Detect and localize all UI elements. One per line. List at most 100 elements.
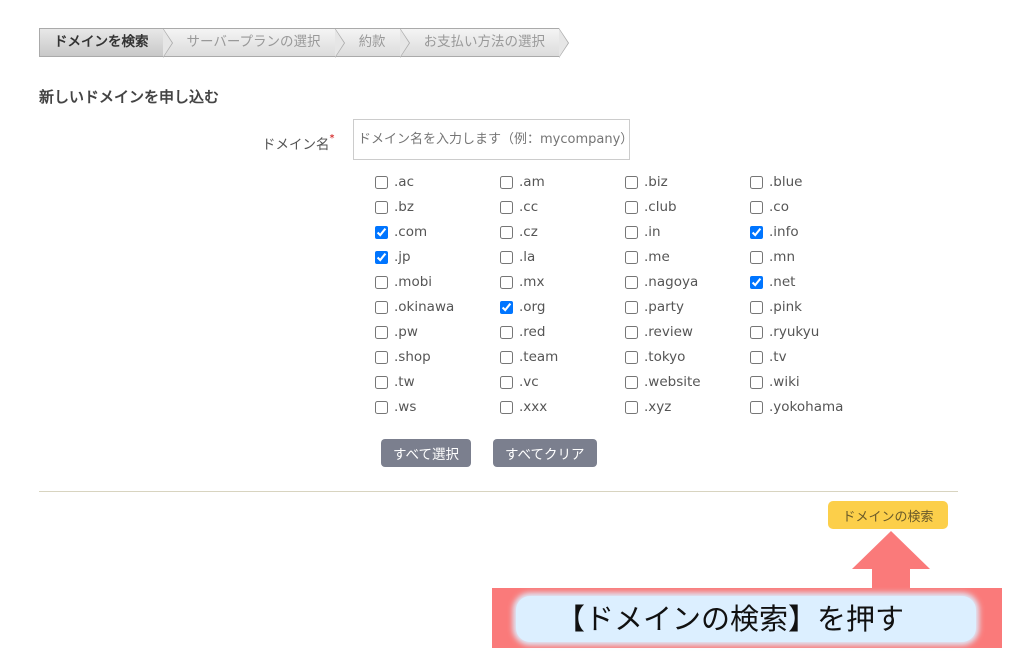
tld-checkbox-item[interactable]: .mn — [750, 249, 795, 265]
tld-checkbox-item[interactable]: .xyz — [625, 399, 671, 415]
tld-checkbox[interactable] — [750, 225, 763, 239]
tld-checkbox[interactable] — [375, 300, 388, 314]
tld-checkbox-item[interactable]: .ac — [375, 174, 414, 190]
tld-checkbox[interactable] — [500, 275, 513, 289]
tld-checkbox[interactable] — [375, 350, 388, 364]
tld-checkbox[interactable] — [750, 400, 763, 414]
tld-checkbox-item[interactable]: .review — [625, 324, 693, 340]
tld-checkbox-item[interactable]: .mobi — [375, 274, 432, 290]
tld-checkbox-item[interactable]: .party — [625, 299, 684, 315]
tld-checkbox-item[interactable]: .pink — [750, 299, 802, 315]
tld-checkbox[interactable] — [750, 200, 763, 214]
domain-name-input[interactable] — [353, 119, 630, 160]
tld-checkbox-item[interactable]: .shop — [375, 349, 431, 365]
tld-checkbox-item[interactable]: .ws — [375, 399, 416, 415]
tld-checkbox[interactable] — [625, 375, 638, 389]
tld-checkbox[interactable] — [625, 325, 638, 339]
tld-label: .shop — [394, 349, 431, 365]
tld-checkbox-item[interactable]: .cz — [500, 224, 538, 240]
tld-checkbox[interactable] — [375, 275, 388, 289]
tld-checkbox-item[interactable]: .tokyo — [625, 349, 685, 365]
tld-checkbox[interactable] — [375, 375, 388, 389]
tld-checkbox[interactable] — [750, 300, 763, 314]
tld-checkbox[interactable] — [625, 275, 638, 289]
progress-steps: ドメインを検索 サーバープランの選択 約款 お支払い方法の選択 — [39, 28, 569, 58]
tld-checkbox[interactable] — [375, 200, 388, 214]
tld-label: .yokohama — [769, 399, 844, 415]
tld-checkbox-item[interactable]: .net — [750, 274, 795, 290]
annotation-text: 【ドメインの検索】を押す — [516, 596, 976, 642]
tld-label: .ws — [394, 399, 417, 415]
tld-checkbox-item[interactable]: .ryukyu — [750, 324, 819, 340]
tld-checkbox-item[interactable]: .yokohama — [750, 399, 843, 415]
tld-label: .party — [644, 299, 684, 315]
tld-checkbox[interactable] — [375, 225, 388, 239]
step-payment: お支払い方法の選択 — [399, 28, 569, 58]
tld-checkbox[interactable] — [500, 250, 513, 264]
tld-checkbox-item[interactable]: .vc — [500, 374, 539, 390]
tld-checkbox[interactable] — [500, 375, 513, 389]
tld-checkbox[interactable] — [375, 325, 388, 339]
tld-checkbox[interactable] — [625, 350, 638, 364]
tld-checkbox-item[interactable]: .tw — [375, 374, 415, 390]
tld-checkbox[interactable] — [750, 250, 763, 264]
tld-checkbox-item[interactable]: .club — [625, 199, 677, 215]
tld-checkbox-item[interactable]: .mx — [500, 274, 544, 290]
tld-label: .net — [769, 274, 796, 290]
tld-checkbox-item[interactable]: .website — [625, 374, 701, 390]
tld-checkbox[interactable] — [500, 400, 513, 414]
tld-checkbox-item[interactable]: .in — [625, 224, 661, 240]
tld-label: .okinawa — [394, 299, 455, 315]
tld-checkbox-item[interactable]: .nagoya — [625, 274, 698, 290]
tld-checkbox[interactable] — [500, 350, 513, 364]
tld-checkbox[interactable] — [750, 350, 763, 364]
tld-checkbox[interactable] — [375, 400, 388, 414]
tld-checkbox-item[interactable]: .co — [750, 199, 789, 215]
tld-checkbox[interactable] — [750, 325, 763, 339]
tld-checkbox[interactable] — [625, 400, 638, 414]
tld-checkbox-item[interactable]: .pw — [375, 324, 418, 340]
tld-label: .la — [519, 249, 536, 265]
domain-search-button[interactable]: ドメインの検索 — [828, 501, 948, 529]
tld-checkbox-item[interactable]: .tv — [750, 349, 787, 365]
tld-checkbox-item[interactable]: .xxx — [500, 399, 547, 415]
tld-checkbox-item[interactable]: .team — [500, 349, 558, 365]
tld-checkbox[interactable] — [750, 375, 763, 389]
tld-checkbox[interactable] — [750, 175, 763, 189]
tld-label: .red — [519, 324, 546, 340]
step-server-plan: サーバープランの選択 — [162, 28, 345, 58]
tld-checkbox-item[interactable]: .bz — [375, 199, 414, 215]
tld-checkbox-item[interactable]: .blue — [750, 174, 802, 190]
tld-checkbox[interactable] — [500, 200, 513, 214]
tld-checkbox-item[interactable]: .me — [625, 249, 670, 265]
tld-checkbox[interactable] — [500, 175, 513, 189]
tld-checkbox-item[interactable]: .com — [375, 224, 427, 240]
tld-checkbox-item[interactable]: .red — [500, 324, 545, 340]
tld-checkbox[interactable] — [625, 200, 638, 214]
tld-checkbox-item[interactable]: .la — [500, 249, 535, 265]
tld-checkbox-item[interactable]: .okinawa — [375, 299, 454, 315]
tld-checkbox[interactable] — [500, 325, 513, 339]
tld-checkbox-item[interactable]: .jp — [375, 249, 411, 265]
tld-checkbox-item[interactable]: .am — [500, 174, 545, 190]
tld-label: .tw — [394, 374, 415, 390]
tld-checkbox[interactable] — [375, 250, 388, 264]
tld-checkbox[interactable] — [625, 300, 638, 314]
tld-checkbox[interactable] — [625, 225, 638, 239]
tld-checkbox[interactable] — [375, 175, 388, 189]
clear-all-button[interactable]: すべてクリア — [493, 439, 597, 467]
tld-checkbox[interactable] — [500, 300, 513, 314]
tld-checkbox-item[interactable]: .wiki — [750, 374, 800, 390]
tld-checkbox-item[interactable]: .org — [500, 299, 545, 315]
select-all-button[interactable]: すべて選択 — [381, 439, 472, 467]
tld-checkbox[interactable] — [750, 275, 763, 289]
tld-checkbox[interactable] — [500, 225, 513, 239]
tld-checkbox-item[interactable]: .biz — [625, 174, 668, 190]
tld-label: .blue — [769, 174, 803, 190]
tld-checkbox-item[interactable]: .cc — [500, 199, 538, 215]
tld-label: .team — [519, 349, 559, 365]
tld-checkbox-item[interactable]: .info — [750, 224, 799, 240]
tld-checkbox[interactable] — [625, 250, 638, 264]
tld-checkbox[interactable] — [625, 175, 638, 189]
tld-label: .club — [644, 199, 677, 215]
